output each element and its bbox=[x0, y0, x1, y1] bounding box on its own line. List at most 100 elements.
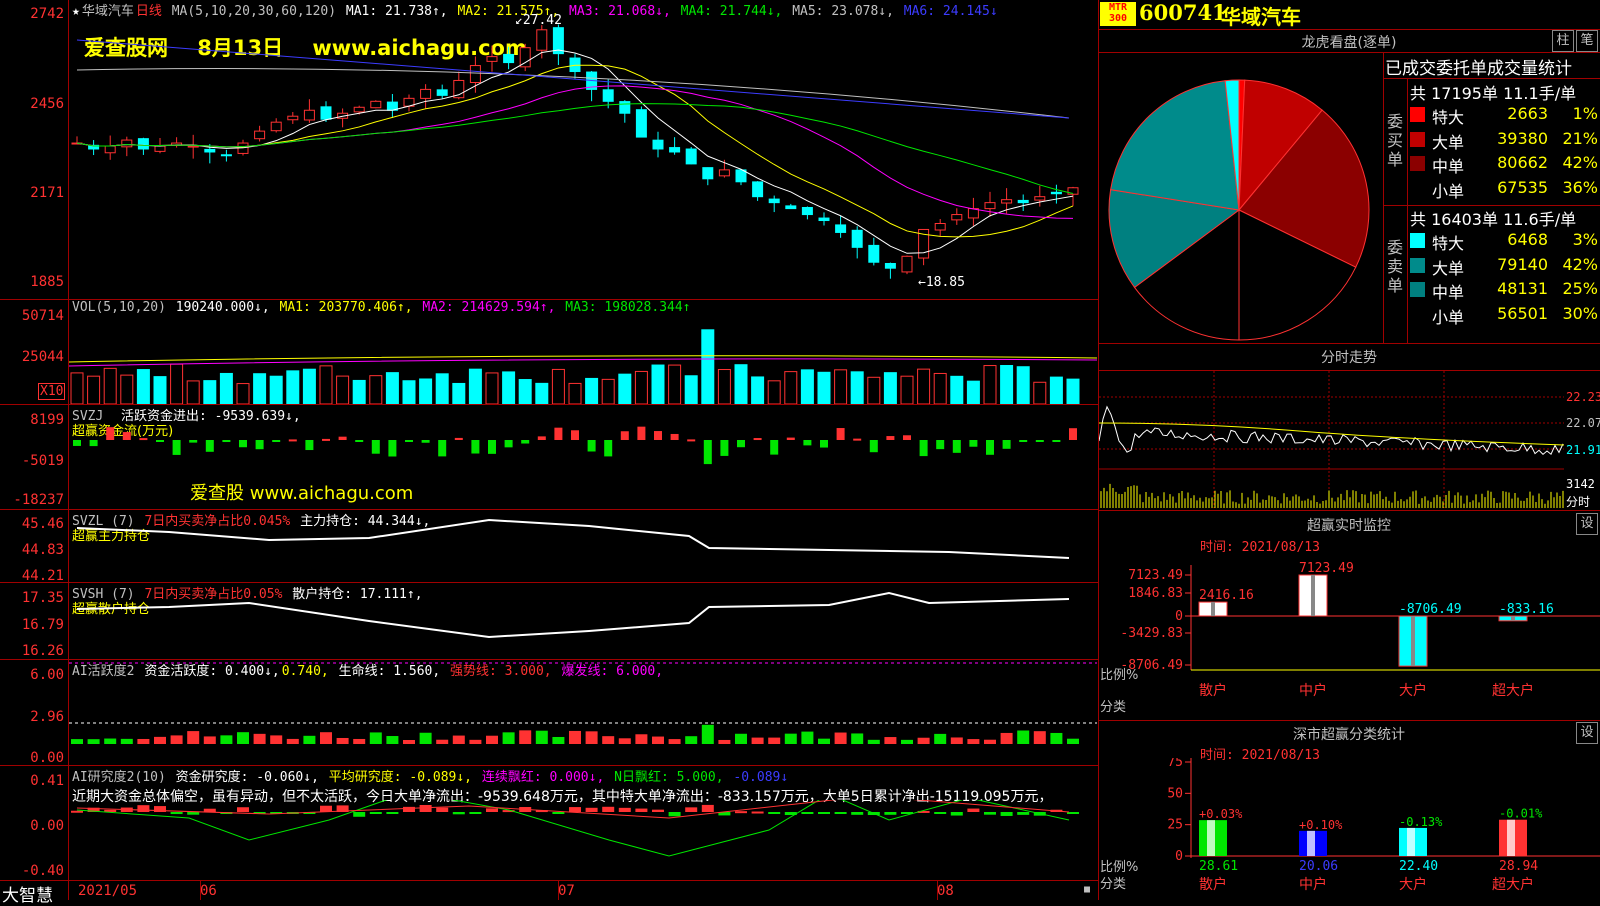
lock-icon[interactable]: ■ bbox=[1084, 884, 1090, 895]
candle-body bbox=[818, 217, 830, 222]
order-size-label: 小单 bbox=[1432, 307, 1465, 327]
volume-bar bbox=[917, 368, 931, 404]
research-bar bbox=[751, 811, 764, 814]
ai-research-ytick: 0.00 bbox=[30, 818, 64, 834]
research-bar bbox=[1000, 812, 1013, 816]
svzl-ytick: 44.21 bbox=[21, 568, 64, 584]
fund-flow-bar bbox=[753, 438, 762, 441]
volume-bar bbox=[302, 368, 316, 404]
candle-body bbox=[1001, 199, 1013, 204]
research-bar bbox=[71, 810, 83, 813]
ai-research-ytick: 0.41 bbox=[30, 773, 64, 789]
activity-bar bbox=[984, 739, 996, 744]
svsh-chart[interactable] bbox=[69, 583, 1097, 659]
activity-bar bbox=[701, 724, 714, 744]
classify-settings-button[interactable]: 设 bbox=[1576, 722, 1598, 744]
monitor-bar-chart[interactable]: 7123.49 1846.83 0 -3429.83 -8706.49 2416.16 散户… bbox=[1099, 555, 1600, 720]
candle-body bbox=[801, 206, 813, 216]
classify-bar-chart[interactable]: 75 50 25 0 +0.03% 28.61 散户 +0.10% 20.06 中户 -0.13% 2… bbox=[1099, 758, 1600, 900]
volume-bar bbox=[900, 375, 914, 404]
low-price-label: ←18.85 bbox=[918, 275, 965, 290]
order-volume-value: 67535 bbox=[1497, 177, 1548, 197]
volume-bar bbox=[834, 369, 848, 404]
volume-bar bbox=[784, 371, 798, 404]
activity-bar bbox=[270, 735, 283, 744]
activity-bar bbox=[884, 737, 897, 744]
order-volume-value: 79140 bbox=[1497, 254, 1548, 274]
volume-bar bbox=[601, 378, 615, 404]
volume-bar bbox=[651, 364, 665, 404]
candle-body bbox=[154, 145, 166, 152]
main-ytick: 2742 bbox=[30, 6, 64, 22]
watermark-mid: 爱查股 www.aichagu.com bbox=[190, 483, 414, 504]
order-volume-value: 39380 bbox=[1497, 128, 1548, 148]
order-percent-value: 21% bbox=[1562, 128, 1598, 148]
classify-bar-shade bbox=[1307, 830, 1315, 856]
monitor-settings-button[interactable]: 设 bbox=[1576, 513, 1598, 535]
svzj-ytick: 8199 bbox=[30, 412, 64, 428]
tick-mode-button[interactable]: 笔 bbox=[1576, 30, 1598, 52]
x-axis-label: 2021/05 bbox=[78, 883, 138, 899]
activity-bar bbox=[452, 735, 465, 744]
candle-body bbox=[602, 89, 614, 102]
vol-ytick: 25044 bbox=[21, 349, 64, 365]
fund-flow-bar bbox=[654, 431, 662, 440]
intraday-chart[interactable] bbox=[1099, 371, 1564, 508]
legend-swatch bbox=[1410, 233, 1425, 248]
svzl-chart[interactable] bbox=[69, 510, 1097, 582]
research-bar bbox=[668, 812, 681, 817]
fund-flow-bar bbox=[272, 440, 281, 442]
candlestick-chart[interactable] bbox=[69, 0, 1097, 298]
order-size-label: 中单 bbox=[1432, 157, 1465, 176]
classify-change-label: -0.01% bbox=[1499, 807, 1543, 821]
activity-bar bbox=[967, 739, 980, 744]
volume-bar bbox=[435, 373, 449, 404]
fund-flow-bar bbox=[421, 440, 430, 443]
fund-flow-bar bbox=[903, 435, 911, 440]
volume-bar bbox=[203, 380, 217, 404]
activity-bar bbox=[286, 738, 299, 744]
research-bar bbox=[469, 812, 482, 814]
ai-research-ytick: -0.40 bbox=[21, 863, 64, 879]
volume-bar bbox=[153, 376, 167, 404]
ai-research-chart[interactable] bbox=[69, 800, 1097, 880]
brand-label: 大智慧 bbox=[2, 886, 53, 906]
volume-chart[interactable] bbox=[69, 300, 1097, 404]
research-bar bbox=[701, 804, 714, 812]
fund-flow-bar bbox=[322, 438, 330, 441]
volume-bar bbox=[933, 372, 947, 404]
stock-header: MTR 300 600741 华域汽车 bbox=[1099, 0, 1600, 29]
column-mode-button[interactable]: 柱 bbox=[1552, 30, 1574, 52]
mtr-badge[interactable]: MTR 300 bbox=[1100, 2, 1136, 26]
activity-bar bbox=[237, 732, 249, 744]
ai-active-chart[interactable] bbox=[69, 660, 1097, 765]
activity-bar bbox=[170, 735, 183, 744]
order-volume-value: 56501 bbox=[1497, 303, 1548, 323]
fund-flow-bar bbox=[73, 440, 81, 446]
fund-flow-bar bbox=[504, 440, 513, 448]
fund-flow-bar bbox=[836, 428, 845, 440]
volume-bar bbox=[452, 382, 466, 404]
volume-bar bbox=[751, 376, 765, 404]
monitor-bar-label: 2416.16 bbox=[1199, 588, 1254, 603]
vol-ytick: 50714 bbox=[21, 308, 64, 324]
activity-bar bbox=[751, 737, 764, 744]
order-pie-chart[interactable] bbox=[1099, 53, 1383, 343]
candle-body bbox=[519, 47, 531, 68]
volume-bar bbox=[319, 365, 333, 404]
candle-body bbox=[951, 214, 963, 221]
research-bar bbox=[353, 812, 366, 817]
order-size-label: 特大 bbox=[1432, 234, 1465, 253]
candle-body bbox=[121, 139, 133, 148]
fund-flow-bar bbox=[554, 427, 563, 440]
fund-flow-bar bbox=[288, 439, 297, 442]
candle-body bbox=[884, 262, 896, 269]
svzl-ytick: 44.83 bbox=[21, 542, 64, 558]
fund-flow-bar bbox=[471, 440, 480, 454]
activity-bar bbox=[1033, 731, 1046, 744]
candle-body bbox=[486, 56, 498, 62]
monitor-bar-shade bbox=[1311, 575, 1315, 616]
activity-bar bbox=[154, 736, 166, 744]
order-size-label: 中单 bbox=[1432, 283, 1465, 302]
fund-flow-bar bbox=[786, 437, 795, 440]
